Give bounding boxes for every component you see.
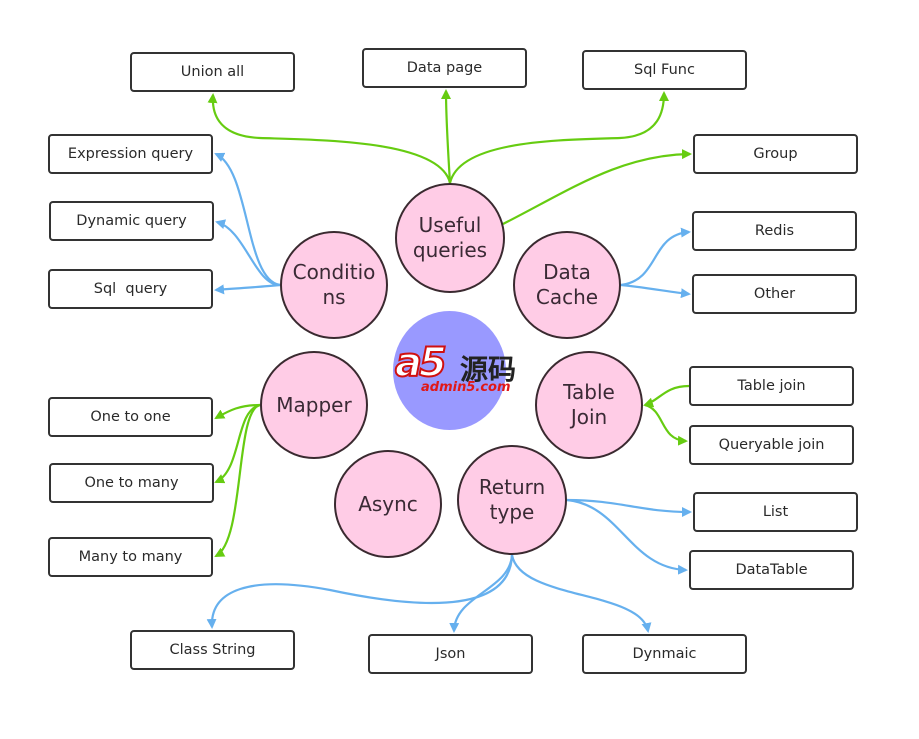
leaf-node-tj[interactable]: Table join: [689, 366, 854, 406]
edge-mapper-to-m2m: [214, 403, 261, 557]
leaf-node-o2o[interactable]: One to one: [48, 397, 213, 437]
leaf-node-classstr[interactable]: Class String: [130, 630, 295, 670]
leaf-node-dynmaic[interactable]: Dynmaic: [582, 634, 747, 674]
hub-node-returntype[interactable]: Return type: [457, 445, 567, 555]
edge-useful-to-datapage: [441, 89, 452, 184]
leaf-node-expr[interactable]: Expression query: [48, 134, 213, 174]
leaf-label: Many to many: [78, 549, 183, 565]
hub-label: Async: [358, 491, 418, 516]
leaf-label: Sql Func: [634, 62, 695, 78]
hub-node-tablejoin[interactable]: Table Join: [535, 351, 643, 459]
leaf-node-datatable[interactable]: DataTable: [689, 550, 854, 590]
logo-url: admin5.com: [421, 380, 511, 395]
leaf-node-dynq[interactable]: Dynamic query: [49, 201, 214, 241]
edge-conditions-to-expr: [214, 152, 281, 287]
hub-label: Conditio ns: [292, 260, 376, 309]
hub-node-cache[interactable]: Data Cache: [513, 231, 621, 339]
edge-tablejoin-to-tj: [643, 384, 690, 408]
leaf-label: Table join: [737, 378, 806, 394]
leaf-label: Class String: [169, 642, 256, 658]
leaf-label: One to one: [90, 409, 171, 425]
leaf-node-datapage[interactable]: Data page: [362, 48, 527, 88]
leaf-label: Sql query: [93, 281, 168, 297]
leaf-node-sqlfunc[interactable]: Sql Func: [582, 50, 747, 90]
edge-returntype-to-dynmaic: [510, 554, 652, 633]
leaf-label: DataTable: [735, 562, 808, 578]
leaf-label: List: [762, 504, 789, 520]
leaf-node-o2m[interactable]: One to many: [49, 463, 214, 503]
leaf-label: One to many: [84, 475, 179, 491]
edge-mapper-to-o2m: [214, 403, 261, 484]
leaf-node-json[interactable]: Json: [368, 634, 533, 674]
leaf-node-sqlq[interactable]: Sql query: [48, 269, 213, 309]
leaf-label: Data page: [406, 60, 483, 76]
leaf-label: Json: [435, 646, 466, 662]
admin5-logo: a5 源码 admin5.com: [385, 339, 535, 400]
hub-label: Useful queries: [412, 213, 488, 262]
edge-tablejoin-to-qj: [644, 403, 688, 446]
leaf-node-group[interactable]: Group: [693, 134, 858, 174]
edge-returntype-to-json: [449, 554, 514, 633]
leaf-label: Group: [753, 146, 798, 162]
hub-node-mapper[interactable]: Mapper: [260, 351, 368, 459]
edge-cache-to-redis: [620, 227, 691, 287]
leaf-node-qj[interactable]: Queryable join: [689, 425, 854, 465]
leaf-label: Expression query: [67, 146, 194, 162]
edge-cache-to-other: [620, 283, 691, 299]
leaf-label: Union all: [180, 64, 245, 80]
leaf-label: Other: [753, 286, 796, 302]
edge-returntype-to-classstr: [206, 554, 514, 629]
hub-node-conditions[interactable]: Conditio ns: [280, 231, 388, 339]
leaf-node-union[interactable]: Union all: [130, 52, 295, 92]
hub-label: Data Cache: [535, 260, 599, 309]
hub-label: Mapper: [276, 392, 352, 417]
hub-label: Return type: [478, 475, 546, 524]
leaf-node-other[interactable]: Other: [692, 274, 857, 314]
hub-node-useful[interactable]: Useful queries: [395, 183, 505, 293]
leaf-label: Redis: [754, 223, 795, 239]
leaf-node-redis[interactable]: Redis: [692, 211, 857, 251]
hub-node-async[interactable]: Async: [334, 450, 442, 558]
hub-label: Table Join: [563, 380, 615, 429]
leaf-node-m2m[interactable]: Many to many: [48, 537, 213, 577]
leaf-label: Queryable join: [718, 437, 825, 453]
edge-useful-to-union: [207, 93, 452, 184]
leaf-node-list[interactable]: List: [693, 492, 858, 532]
edge-useful-to-group: [502, 149, 692, 225]
edge-useful-to-sqlfunc: [448, 91, 669, 184]
leaf-label: Dynmaic: [632, 646, 697, 662]
edge-conditions-to-sqlq: [214, 283, 281, 295]
leaf-label: Dynamic query: [76, 213, 187, 229]
edge-returntype-to-list: [566, 498, 692, 517]
